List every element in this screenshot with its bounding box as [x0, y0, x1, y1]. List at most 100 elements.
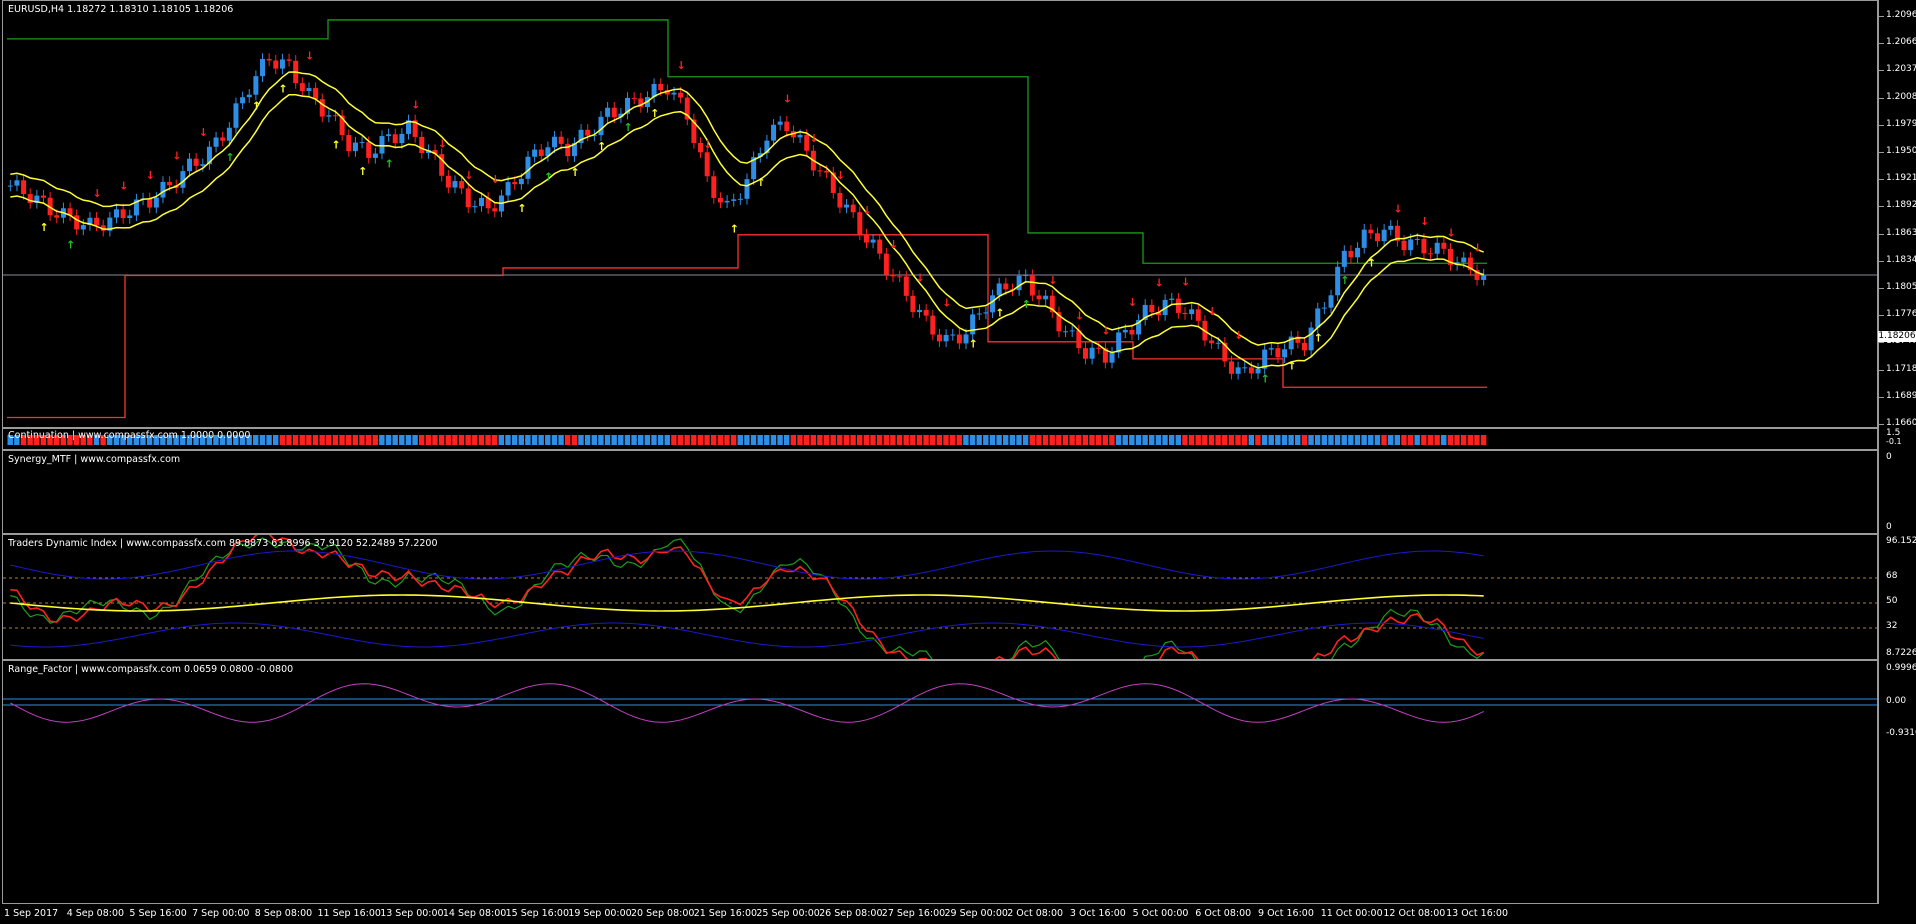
continuation-bar [710, 435, 717, 445]
candle-body [153, 197, 159, 208]
continuation-pane[interactable]: Continuation | www.compassfx.com 1.0000 … [2, 428, 1878, 450]
time-tick-label: 12 Oct 08:00 [1383, 908, 1446, 919]
synergy-axis: 0 0 [1878, 450, 1916, 534]
continuation-bar [551, 435, 558, 445]
candle-body [187, 158, 193, 172]
sell-arrow-icon: ↓ [411, 99, 420, 112]
continuation-bar [1295, 435, 1301, 445]
candle-body [1268, 348, 1274, 350]
candle-body [525, 156, 531, 179]
continuation-bar [558, 435, 564, 445]
price-tick [1879, 260, 1884, 262]
continuation-bar [1480, 435, 1487, 445]
tdi-lines-svg [3, 535, 1877, 659]
candle-body [558, 136, 564, 144]
sell-arrow-icon: ↓ [305, 50, 314, 63]
time-tick-label: 21 Sep 16:00 [693, 908, 758, 919]
price-tick-label: 1.18345 [1886, 254, 1916, 265]
continuation-scale-bottom: -0.1 [1886, 437, 1902, 446]
continuation-bar [1049, 435, 1055, 445]
buy-arrow-icon: ↑ [650, 107, 659, 120]
continuation-bar [405, 435, 412, 445]
candle-body [352, 142, 358, 152]
buy-arrow-icon: ↑ [332, 139, 341, 152]
tdi-scale-50: 50 [1886, 596, 1898, 606]
candle-body [346, 135, 352, 152]
tdi-pane[interactable]: Traders Dynamic Index | www.compassfx.co… [2, 534, 1878, 660]
buy-arrow-icon: ↑ [730, 222, 739, 235]
continuation-bar [1361, 435, 1367, 445]
candle-body [1428, 253, 1434, 255]
continuation-bar [525, 435, 531, 445]
continuation-bar [1102, 435, 1109, 445]
continuation-bar [571, 435, 578, 445]
continuation-bar [784, 435, 790, 445]
continuation-bar [744, 435, 750, 445]
continuation-bar [452, 435, 458, 445]
continuation-bar [1076, 435, 1082, 445]
candle-body [313, 88, 319, 100]
candle-body [452, 181, 458, 188]
continuation-bar [385, 435, 392, 445]
buy-arrow-icon: ↑ [995, 307, 1004, 320]
time-tick-label: 1 Sep 2017 [4, 908, 59, 919]
tdi-scale-min: 8.7226 [1886, 648, 1916, 658]
price-tick [1879, 124, 1884, 126]
candle-body [784, 121, 790, 132]
price-tick-label: 1.20665 [1886, 37, 1916, 48]
candle-body [585, 129, 591, 136]
candle-body [1414, 238, 1420, 240]
synergy-scale-top: 0 [1886, 452, 1892, 462]
buy-arrow-icon: ↑ [1261, 373, 1270, 386]
range-factor-axis: 0.9996 0.00 -0.9316 [1878, 660, 1916, 904]
continuation-bar [286, 435, 292, 445]
candle-body [386, 134, 392, 137]
candle-body [711, 176, 717, 199]
continuation-bar [545, 435, 551, 445]
continuation-bar [963, 435, 969, 445]
continuation-bar [1208, 435, 1215, 445]
price-axis: 1.20960 1.20665 1.20375 1.20085 1.19795 1.195… [1878, 0, 1916, 428]
candle-body [910, 295, 916, 313]
sell-arrow-icon: ↓ [1048, 274, 1057, 287]
continuation-bar [1275, 435, 1281, 445]
candle-body [1348, 250, 1354, 258]
continuation-bar [1454, 435, 1460, 445]
candle-body [1149, 304, 1155, 313]
main-chart-pane[interactable]: ↑ ↑ ↓ ↓ ↓ ↓ ↓ ↑ ↑ ↑ ↓ ↑ ↑ ↑ ↓ ↓ ↓ ↓ ↑ ↑ ↑ ↑ ↑ ↑ ↓ ↓ ↑ ↑ ↓ ↓ ↓ ↓ ↓ ↓ ↓ ↑ ↑ ↑ ↓ ↓… [2, 0, 1878, 428]
candle-body [333, 115, 339, 117]
synergy-pane[interactable]: Synergy_MTF | www.compassfx.com [2, 450, 1878, 534]
candle-body [7, 185, 13, 187]
continuation-bar [1368, 435, 1374, 445]
continuation-bar [1115, 435, 1122, 445]
time-tick-label: 6 Oct 08:00 [1195, 908, 1252, 919]
continuation-bar [830, 435, 836, 445]
price-tick [1879, 70, 1884, 72]
buy-arrow-icon: ↑ [225, 151, 234, 164]
candle-body [41, 195, 47, 198]
continuation-bar [671, 435, 677, 445]
continuation-bar [1414, 435, 1420, 445]
time-tick-label: 3 Oct 16:00 [1069, 908, 1126, 919]
continuation-bar [584, 435, 591, 445]
buy-arrow-icon: ↑ [624, 121, 633, 134]
continuation-bar [916, 435, 923, 445]
continuation-bar [611, 435, 617, 445]
buy-arrow-icon: ↑ [278, 83, 287, 96]
range-factor-pane[interactable]: Range_Factor | www.compassfx.com 0.0659 … [2, 660, 1878, 904]
candle-body [983, 312, 989, 314]
candle-body [419, 136, 425, 153]
continuation-bar [1109, 435, 1115, 445]
continuation-bar [704, 435, 710, 445]
continuation-bar [392, 435, 398, 445]
buy-arrow-icon: ↑ [40, 221, 49, 234]
continuation-bar [770, 435, 777, 445]
continuation-bar [1314, 435, 1321, 445]
sell-arrow-icon: ↓ [1075, 310, 1084, 323]
continuation-bar [1374, 435, 1381, 445]
time-tick-label: 29 Sep 00:00 [944, 908, 1008, 919]
continuation-bar [538, 435, 544, 445]
candle-body [1242, 367, 1248, 369]
time-tick-label: 15 Sep 16:00 [505, 908, 570, 919]
continuation-bar [631, 435, 637, 445]
